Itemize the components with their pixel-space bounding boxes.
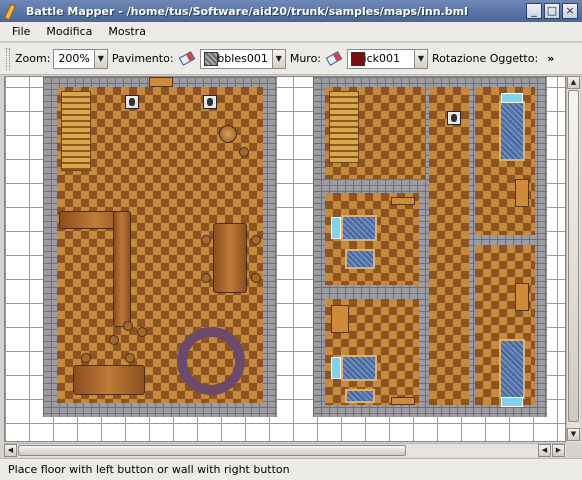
room-door — [331, 305, 349, 333]
rotation-label: Rotazione Oggetto: — [432, 52, 539, 65]
scroll-left-button[interactable]: ◀ — [538, 444, 551, 457]
menu-modifica[interactable]: Modifica — [38, 25, 100, 38]
wall-label: Muro: — [289, 52, 322, 65]
bed — [499, 339, 525, 399]
floor-swatch — [203, 51, 218, 66]
stool-icon — [201, 273, 211, 283]
app-icon — [4, 3, 20, 19]
long-table — [213, 223, 247, 293]
window-title: Battle Mapper - /home/tus/Software/aid20… — [26, 4, 468, 18]
vertical-scrollbar[interactable]: ▲ ▼ — [566, 76, 580, 442]
eraser-icon — [325, 50, 343, 66]
round-table — [177, 327, 245, 395]
chevron-down-icon[interactable]: ▼ — [271, 49, 285, 68]
status-message: Place floor with left button or wall wit… — [8, 463, 290, 476]
room-door — [391, 397, 415, 405]
bed — [345, 249, 375, 269]
scroll-down-button[interactable]: ▼ — [567, 428, 580, 441]
maximize-button[interactable]: □ — [544, 3, 560, 19]
bed — [341, 215, 377, 241]
stool-icon — [251, 273, 261, 283]
map-canvas[interactable] — [4, 76, 566, 442]
bottom-table — [73, 365, 145, 395]
bed — [341, 355, 377, 381]
toolbar-overflow-icon[interactable]: » — [547, 52, 554, 65]
barrel-icon — [219, 125, 237, 143]
room-door — [391, 197, 415, 205]
scroll-left-button[interactable]: ◀ — [4, 444, 17, 457]
wall-swatch — [351, 51, 366, 66]
floor-eraser-button[interactable] — [177, 49, 197, 69]
portrait-icon — [125, 95, 139, 109]
stool-icon — [125, 353, 135, 363]
corridor-floor — [429, 87, 469, 405]
rooms-stairs — [329, 91, 359, 163]
vertical-scroll-thumb[interactable] — [568, 90, 579, 422]
pillow — [501, 93, 523, 103]
stool-icon — [251, 235, 261, 245]
stool-icon — [201, 235, 211, 245]
pillow — [331, 217, 341, 239]
hall-stairs — [61, 91, 91, 171]
stool-icon — [123, 321, 133, 331]
room-door — [515, 179, 529, 207]
stool-icon — [81, 353, 91, 363]
bar-counter — [113, 211, 131, 327]
wall-combo[interactable]: brick001 ▼ — [347, 48, 428, 69]
close-button[interactable]: × — [562, 3, 578, 19]
menu-bar: File Modifica Mostra — [0, 22, 582, 42]
stool-icon — [239, 147, 249, 157]
stool-icon — [109, 335, 119, 345]
menu-mostra[interactable]: Mostra — [100, 25, 154, 38]
pillow — [501, 397, 523, 407]
wall-eraser-button[interactable] — [324, 49, 344, 69]
floor-combo[interactable]: cobbles001 ▼ — [199, 48, 286, 69]
title-bar: Battle Mapper - /home/tus/Software/aid20… — [0, 0, 582, 22]
zoom-combo[interactable]: 200% ▼ — [53, 48, 108, 69]
scroll-up-button[interactable]: ▲ — [567, 76, 580, 89]
zoom-value: 200% — [58, 52, 90, 65]
minimize-button[interactable]: _ — [526, 3, 542, 19]
portrait-icon — [447, 111, 461, 125]
horizontal-scroll-thumb[interactable] — [18, 445, 406, 456]
hall-door — [149, 77, 173, 87]
toolbar: Zoom: 200% ▼ Pavimento: cobbles001 ▼ Mur… — [0, 43, 582, 75]
eraser-icon — [178, 50, 195, 66]
portrait-icon — [203, 95, 217, 109]
room-door — [515, 283, 529, 311]
status-bar: Place floor with left button or wall wit… — [0, 458, 582, 480]
bed — [499, 101, 525, 161]
horizontal-scrollbar[interactable]: ◀ ◀ ▶ — [4, 443, 566, 457]
stool-icon — [137, 327, 147, 337]
bed — [345, 389, 375, 403]
pillow — [331, 357, 341, 379]
menu-file[interactable]: File — [4, 25, 38, 38]
scroll-corner — [566, 443, 580, 457]
scroll-right-button[interactable]: ▶ — [552, 444, 565, 457]
toolbar-grip[interactable] — [6, 47, 10, 70]
chevron-down-icon[interactable]: ▼ — [414, 49, 427, 68]
floor-label: Pavimento: — [111, 52, 174, 65]
chevron-down-icon[interactable]: ▼ — [93, 49, 107, 68]
zoom-label: Zoom: — [15, 52, 51, 65]
